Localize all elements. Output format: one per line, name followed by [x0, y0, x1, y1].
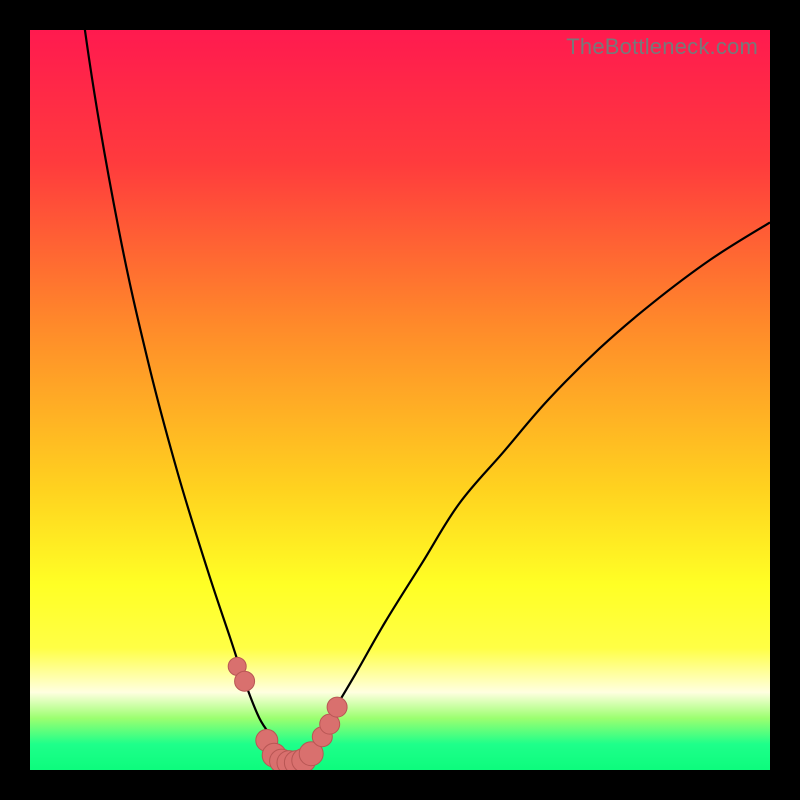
data-marker: [327, 697, 347, 717]
plot-area: TheBottleneck.com: [30, 30, 770, 770]
bottleneck-curve: [30, 30, 770, 770]
outer-frame: TheBottleneck.com: [0, 0, 800, 800]
data-marker: [235, 671, 255, 691]
watermark-text: TheBottleneck.com: [566, 34, 758, 60]
